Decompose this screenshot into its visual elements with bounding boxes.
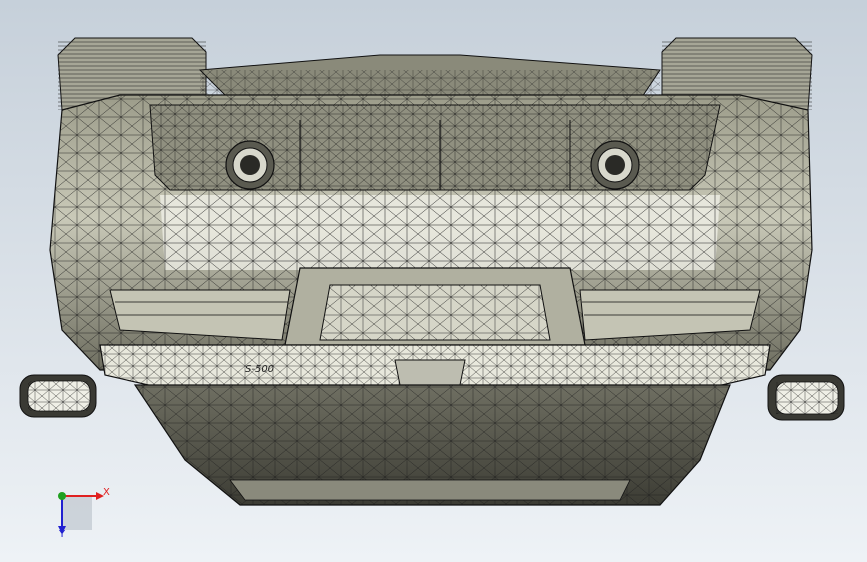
axis-x-label: X [103, 487, 110, 498]
bumper-lip: S-500 [99, 344, 771, 391]
rear-diffuser [133, 384, 731, 506]
right-exhaust-icon [590, 140, 640, 190]
right-mirror [767, 374, 845, 421]
license-plate-recess [284, 267, 586, 346]
left-mirror [19, 374, 97, 418]
left-exhaust-icon [225, 140, 275, 190]
model-canvas[interactable]: S-500 [0, 0, 867, 562]
model-badge: S-500 [245, 364, 274, 375]
brand-emblem-icon [394, 359, 466, 386]
axis-y-label: Y [59, 529, 66, 540]
graphics-viewport[interactable]: S-500 X Y [0, 0, 867, 562]
